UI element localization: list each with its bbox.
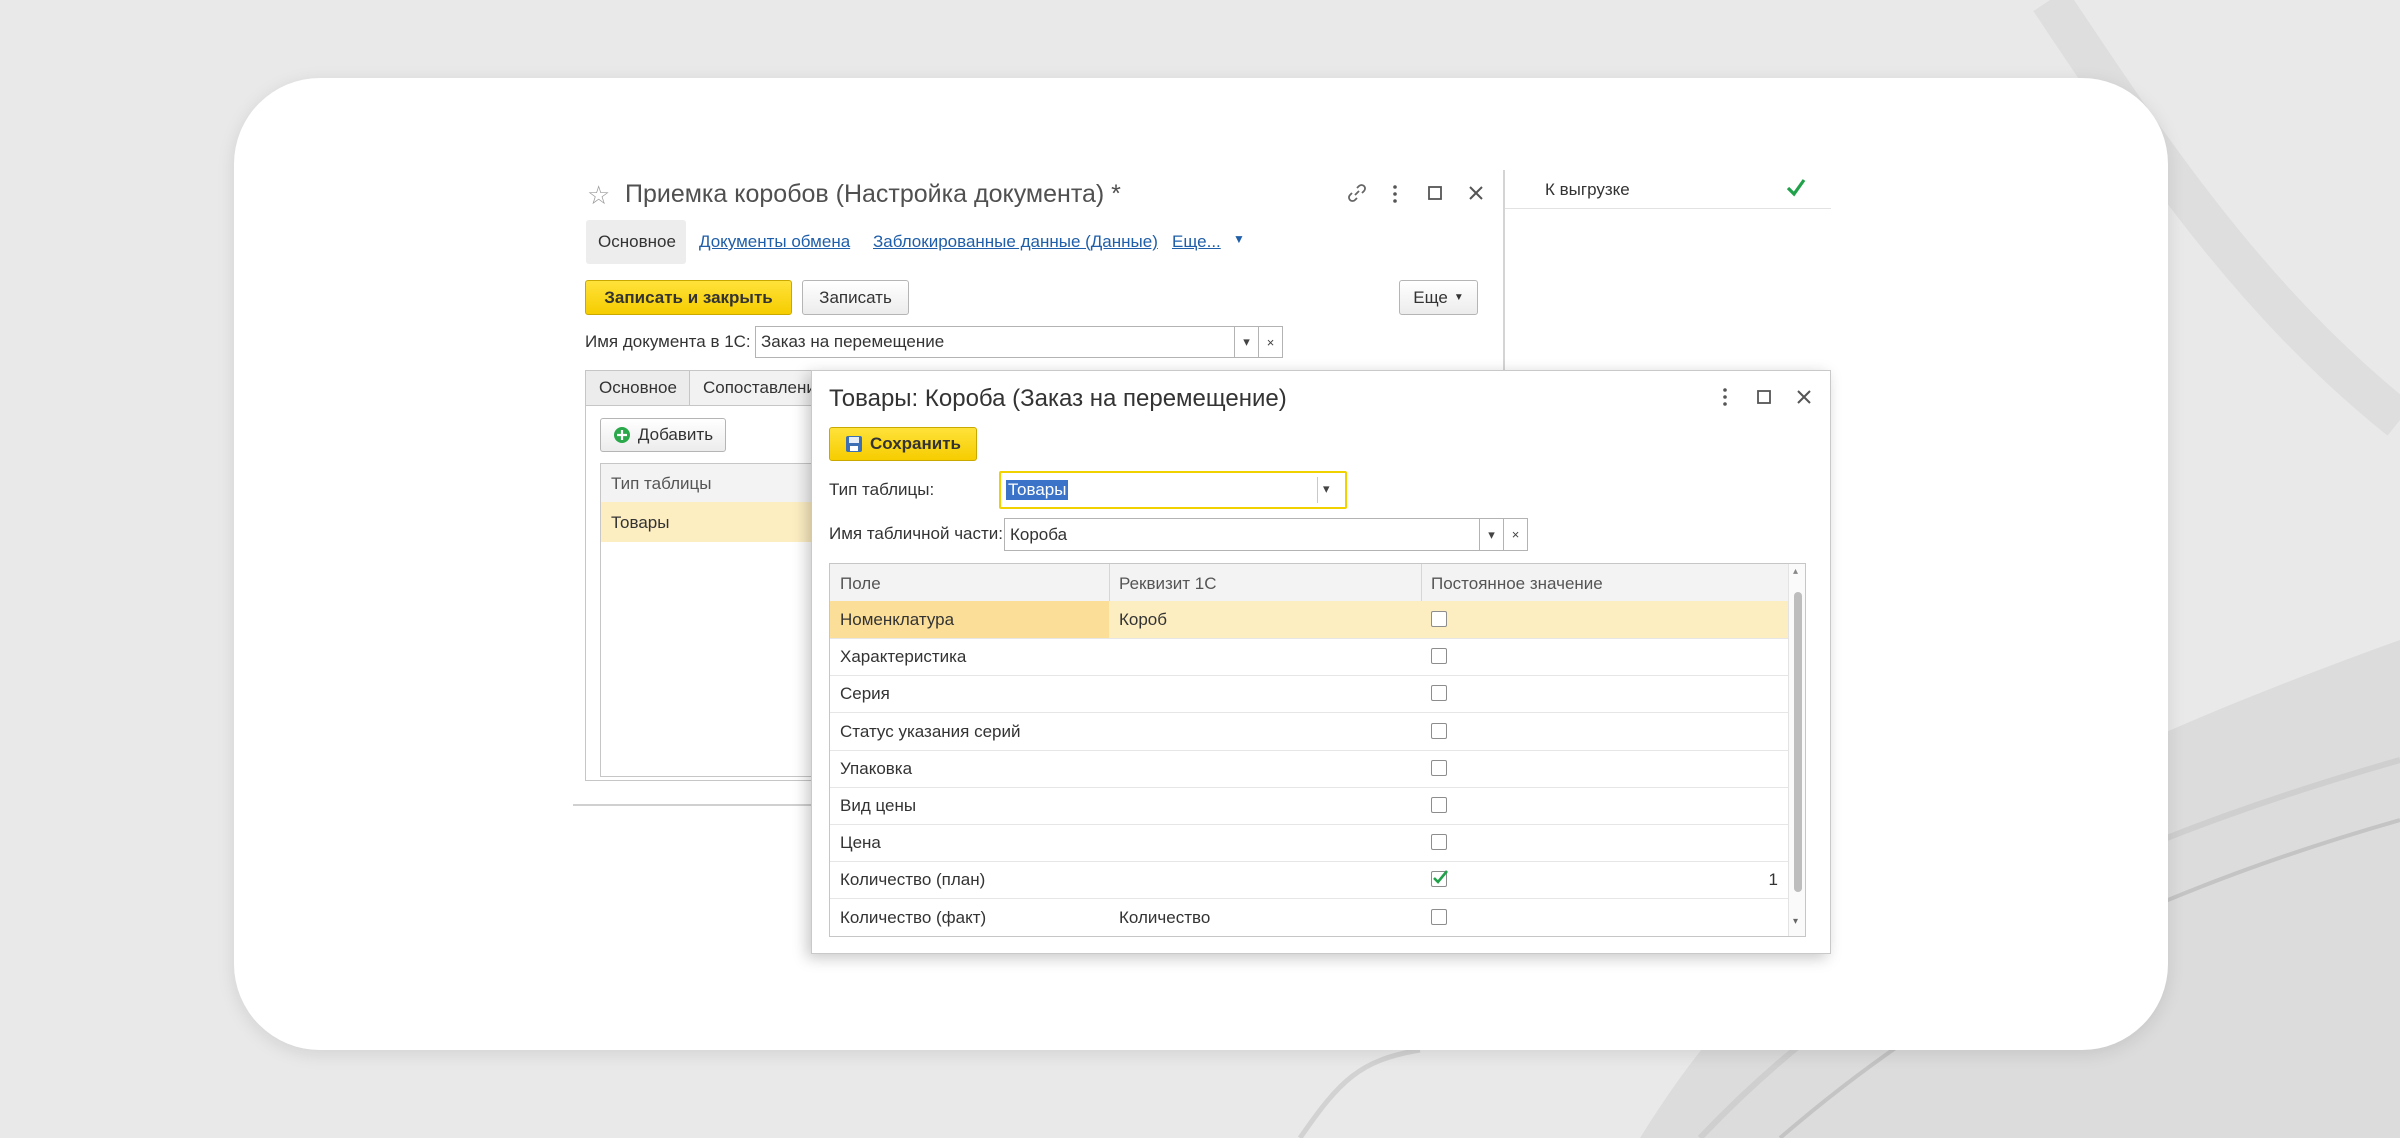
nav-link-more[interactable]: Еще... <box>1172 232 1221 252</box>
clear-icon[interactable]: × <box>1258 326 1283 358</box>
fields-grid: Поле Реквизит 1С Постоянное значение Ном… <box>829 563 1806 937</box>
doc-name-field[interactable]: Заказ на перемещение <box>755 326 1235 358</box>
dropdown-arrow-icon[interactable]: ▾ <box>1323 481 1330 497</box>
constant-value-checkbox[interactable] <box>1431 797 1447 813</box>
more-vertical-icon[interactable] <box>1719 387 1731 407</box>
save-dialog-button[interactable]: Сохранить <box>829 427 977 461</box>
close-icon[interactable] <box>1468 185 1484 201</box>
save-button[interactable]: Записать <box>802 280 909 315</box>
row-attribute: Короб <box>1119 610 1168 629</box>
more-vertical-icon[interactable] <box>1389 184 1401 204</box>
plus-circle-icon <box>613 427 630 443</box>
table-row[interactable]: Вид цены <box>830 787 1788 825</box>
export-row-label: К выгрузке <box>1545 180 1630 199</box>
row-field-name: Вид цены <box>840 796 917 815</box>
row-field-name: Номенклатура <box>840 610 955 629</box>
table-types-grid: Тип таблицы Товары <box>600 463 812 777</box>
row-constant-value: 1 <box>1768 870 1778 890</box>
constant-value-checkbox[interactable] <box>1431 648 1447 665</box>
table-type-label: Тип таблицы: <box>829 480 935 499</box>
tab-matching[interactable]: Сопоставление <box>689 370 815 406</box>
close-icon[interactable] <box>1796 389 1812 405</box>
add-button[interactable]: Добавить <box>600 418 726 452</box>
grid-header: Поле Реквизит 1С Постоянное значение <box>830 564 1788 602</box>
add-button-label: Добавить <box>637 425 714 444</box>
row-field-name: Количество (факт) <box>840 907 987 927</box>
row-field-name: Упаковка <box>840 758 913 778</box>
table-settings-dialog: Товары: Короба (Заказ на перемещение) Со… <box>811 370 1831 954</box>
export-panel: К выгрузке <box>1503 170 1831 370</box>
star-icon[interactable]: ☆ <box>587 180 610 211</box>
checkmark-icon <box>1786 179 1806 197</box>
chevron-down-icon[interactable]: ▼ <box>1233 232 1245 246</box>
nav-link-exchange-docs[interactable]: Документы обмена <box>699 232 850 252</box>
scrollbar-thumb[interactable] <box>1794 592 1802 892</box>
constant-value-checkbox[interactable] <box>1431 611 1447 627</box>
table-type-field[interactable]: Товары ▾ <box>999 471 1347 509</box>
table-row[interactable]: Цена <box>830 824 1788 863</box>
table-row[interactable]: Номенклатура Короб <box>830 601 1788 639</box>
save-dialog-button-label: Сохранить <box>869 434 962 453</box>
constant-value-checkbox[interactable] <box>1431 870 1448 888</box>
window-title: Приемка коробов (Настройка документа) * <box>625 180 1121 208</box>
tabular-part-field[interactable]: Короба <box>1004 518 1480 551</box>
table-type-value: Товары <box>1006 480 1069 500</box>
table-row[interactable]: Количество (план) 1 <box>830 861 1788 900</box>
constant-value-checkbox[interactable] <box>1431 759 1447 776</box>
nav-link-locked-data[interactable]: Заблокированные данные (Данные) <box>873 232 1158 252</box>
chevron-down-icon: ▼ <box>1453 292 1464 303</box>
row-field-name: Характеристика <box>840 647 967 667</box>
constant-value-checkbox[interactable] <box>1431 834 1447 851</box>
table-row-label: Товары <box>611 513 670 532</box>
maximize-icon[interactable] <box>1757 390 1771 404</box>
grid-header: Тип таблицы <box>601 464 812 503</box>
link-icon[interactable] <box>1346 182 1368 204</box>
nav-tab-main[interactable]: Основное <box>586 220 686 264</box>
checkmark-icon <box>1433 870 1448 885</box>
more-button-label: Еще <box>1413 287 1448 307</box>
row-field-name: Цена <box>840 833 881 853</box>
nav-tab-main-label: Основное <box>598 232 676 251</box>
floppy-disk-icon <box>845 436 862 452</box>
scroll-up-icon[interactable]: ▴ <box>1793 566 1798 577</box>
column-header-field: Поле <box>840 574 881 593</box>
table-row[interactable]: Серия <box>830 675 1788 714</box>
dialog-title: Товары: Короба (Заказ на перемещение) <box>829 385 1287 412</box>
tabular-part-label: Имя табличной части: <box>829 524 1004 543</box>
row-attribute: Количество <box>1119 907 1211 927</box>
vertical-scrollbar[interactable]: ▴ ▾ <box>1788 564 1805 936</box>
more-button[interactable]: Еще ▼ <box>1399 280 1478 315</box>
table-row[interactable]: Характеристика <box>830 638 1788 677</box>
row-field-name: Количество (план) <box>840 870 986 890</box>
export-row[interactable]: К выгрузке <box>1505 170 1831 209</box>
column-header-constant: Постоянное значение <box>1431 574 1603 593</box>
constant-value-checkbox[interactable] <box>1431 722 1447 739</box>
dropdown-arrow-icon[interactable]: ▾ <box>1234 326 1259 358</box>
constant-value-checkbox[interactable] <box>1431 685 1447 702</box>
table-row[interactable]: Статус указания серий <box>830 713 1788 751</box>
column-header-attribute: Реквизит 1С <box>1119 574 1217 593</box>
table-row[interactable]: Количество (факт) Количество <box>830 899 1788 936</box>
dropdown-arrow-icon[interactable]: ▾ <box>1479 518 1504 551</box>
row-field-name: Статус указания серий <box>840 721 1021 741</box>
tab-main[interactable]: Основное <box>585 370 690 406</box>
table-row[interactable]: Упаковка <box>830 750 1788 788</box>
save-and-close-button[interactable]: Записать и закрыть <box>585 280 792 315</box>
row-field-name: Серия <box>840 684 890 704</box>
column-header-table-type: Тип таблицы <box>611 474 712 493</box>
scroll-down-icon[interactable]: ▾ <box>1793 916 1798 927</box>
doc-name-label: Имя документа в 1С: <box>585 332 751 351</box>
clear-icon[interactable]: × <box>1503 518 1528 551</box>
constant-value-checkbox[interactable] <box>1431 908 1447 925</box>
maximize-icon[interactable] <box>1428 186 1442 200</box>
table-row[interactable]: Товары <box>601 502 812 542</box>
